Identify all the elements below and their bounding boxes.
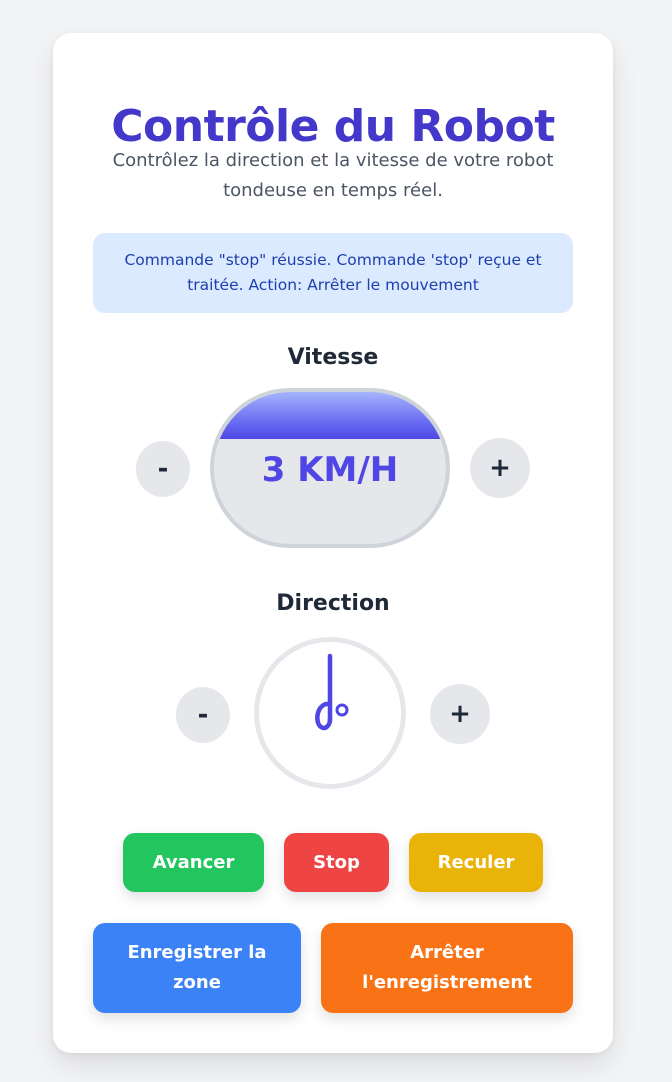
direction-dial xyxy=(254,637,406,789)
direction-label: Direction xyxy=(276,591,390,616)
backward-button[interactable]: Reculer xyxy=(409,833,543,892)
status-message: Commande "stop" réussie. Commande 'stop'… xyxy=(93,233,573,313)
record-zone-button[interactable]: Enregistrer la zone xyxy=(93,923,301,1013)
direction-decrease-button[interactable]: - xyxy=(176,687,230,743)
speed-value: 3 KM/H xyxy=(261,450,399,490)
speed-gauge-fill xyxy=(214,392,446,439)
speed-gauge: 3 KM/H xyxy=(210,388,450,548)
control-card: Contrôle du Robot Contrôlez la direction… xyxy=(53,33,613,1053)
stop-button[interactable]: Stop xyxy=(284,833,389,892)
speed-increase-button[interactable]: + xyxy=(470,438,530,498)
speed-decrease-button[interactable]: - xyxy=(136,441,190,497)
direction-increase-button[interactable]: + xyxy=(430,684,490,744)
compass-needle-icon xyxy=(315,653,349,731)
forward-button[interactable]: Avancer xyxy=(123,833,264,892)
speed-label: Vitesse xyxy=(287,345,379,370)
status-message-text: Commande "stop" réussie. Commande 'stop'… xyxy=(124,251,542,294)
page-subtitle: Contrôlez la direction et la vitesse de … xyxy=(112,150,554,201)
stop-recording-button[interactable]: Arrêter l'enregistrement xyxy=(321,923,573,1013)
page-title: Contrôle du Robot xyxy=(111,101,555,152)
